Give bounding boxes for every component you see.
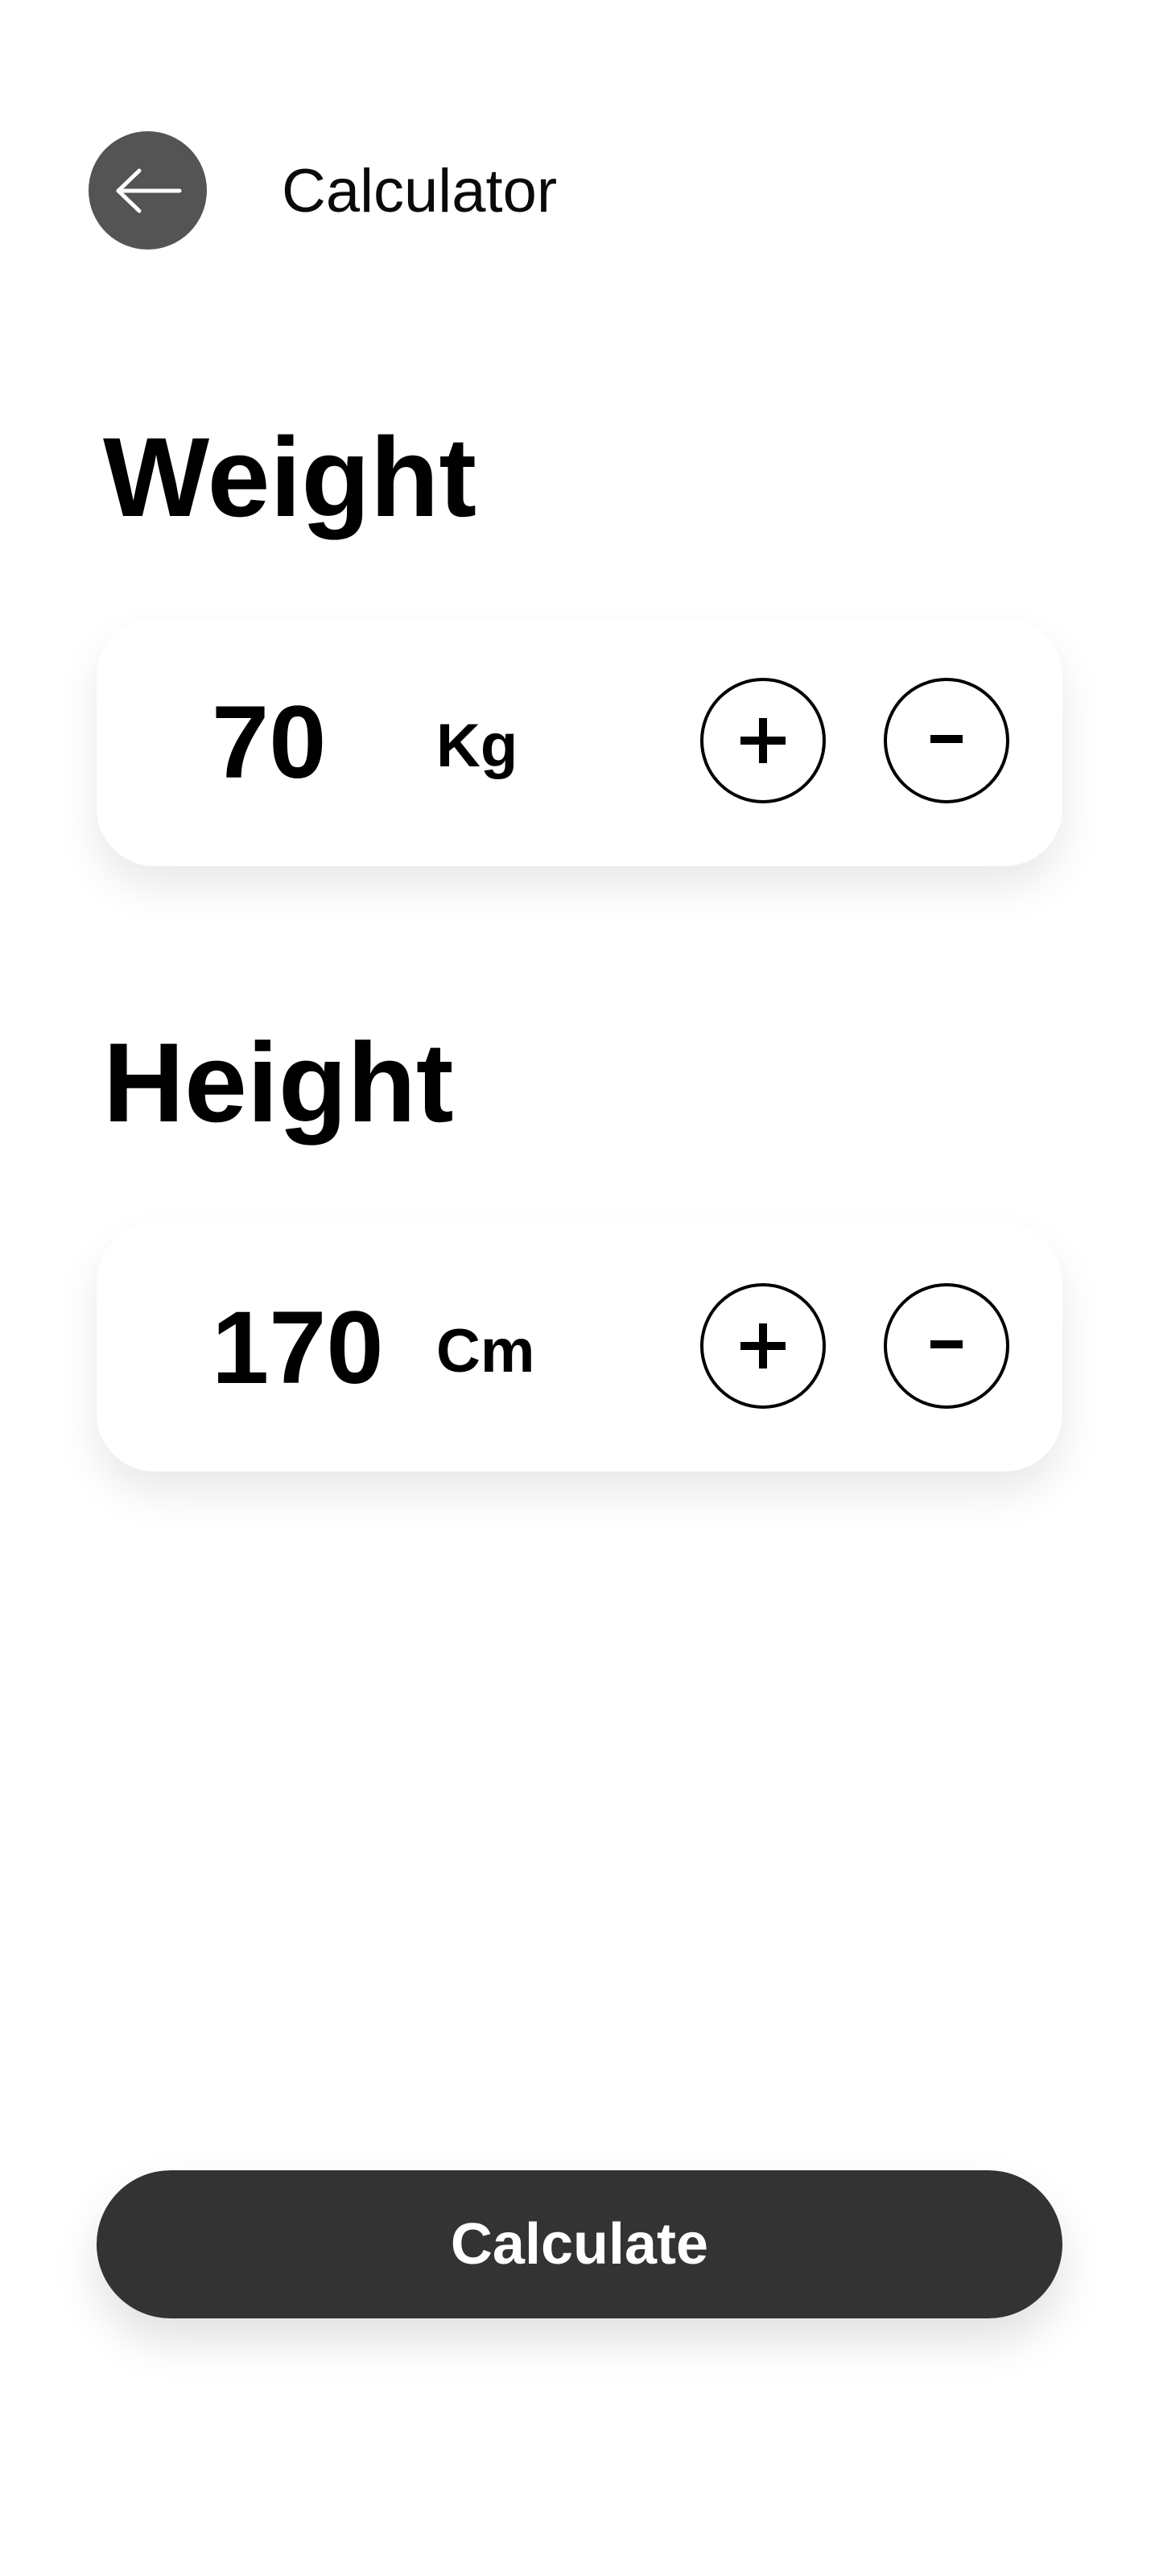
- weight-increment-button[interactable]: [700, 678, 826, 803]
- weight-card: 70 Kg: [97, 618, 1062, 866]
- height-unit: Cm: [436, 1316, 535, 1385]
- calculate-button-label: Calculate: [450, 2212, 709, 2277]
- height-value: 170: [212, 1290, 384, 1406]
- back-button[interactable]: [89, 131, 207, 250]
- page-title: Calculator: [282, 157, 558, 225]
- weight-value: 70: [212, 684, 327, 800]
- plus-icon: [740, 1323, 786, 1368]
- plus-icon: [740, 718, 786, 763]
- height-card: 170 Cm: [97, 1224, 1062, 1472]
- weight-unit: Kg: [436, 711, 518, 780]
- arrow-left-icon: [116, 168, 181, 213]
- calculate-button[interactable]: Calculate: [97, 2170, 1062, 2318]
- weight-decrement-button[interactable]: [884, 678, 1009, 803]
- height-decrement-button[interactable]: [884, 1283, 1009, 1409]
- minus-icon: [930, 735, 963, 743]
- height-heading: Height: [103, 1019, 454, 1146]
- height-increment-button[interactable]: [700, 1283, 826, 1409]
- minus-icon: [930, 1340, 963, 1348]
- weight-heading: Weight: [103, 414, 477, 540]
